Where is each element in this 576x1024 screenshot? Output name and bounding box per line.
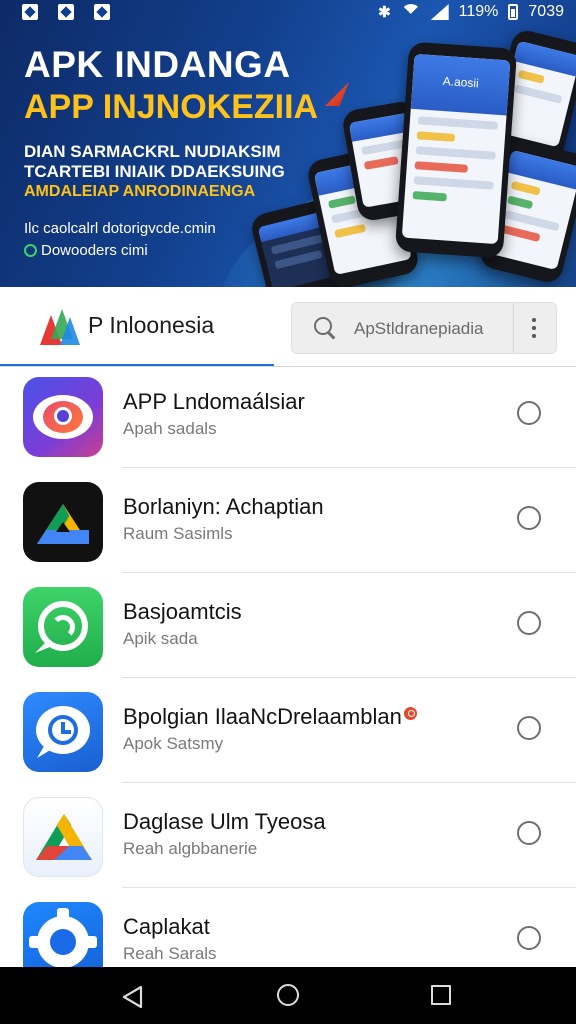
app-subtitle: Apok Satsmy [123, 734, 224, 753]
select-radio[interactable] [517, 821, 541, 845]
select-radio[interactable] [517, 926, 541, 950]
app-subtitle: Apah sadals [123, 419, 217, 438]
app-subtitle: Apik sada [123, 629, 198, 648]
status-bar: ✱ 119% 7039 [0, 0, 576, 26]
signal-icon [430, 4, 449, 20]
recents-icon[interactable] [431, 985, 451, 1005]
notification-icon [58, 4, 74, 20]
bluetooth-icon: ✱ [378, 4, 391, 21]
banner-url: Ilc caolcalrl dotorigvcde.cmin [24, 220, 216, 237]
select-radio[interactable] [517, 506, 541, 530]
promo-banner[interactable]: ✱ 119% 7039 APK INDANGA APP INJNOKEZIIA … [0, 0, 576, 287]
select-radio[interactable] [517, 611, 541, 635]
brand-name[interactable]: P Inloonesia [88, 312, 214, 339]
gear-icon [23, 902, 103, 967]
select-radio[interactable] [517, 716, 541, 740]
wifi-icon [401, 4, 421, 20]
banner-subtitle-highlight: AMDALEIAP ANRODINAENGA [24, 183, 256, 200]
logo-icon [40, 309, 80, 345]
notification-badge-icon [403, 707, 417, 720]
system-nav-bar [0, 967, 576, 1024]
search-icon[interactable] [314, 317, 338, 341]
app-title: APP Lndomaálsiar [123, 389, 305, 414]
app-title: Caplakat [123, 914, 210, 939]
banner-subtitle: DIAN SARMACKRL NUDIAKSIM [24, 142, 281, 161]
phone-mockup-main: A.aosii [394, 41, 518, 259]
app-list: APP Lndomaálsiar Apah sadals Borlaniyn: … [0, 367, 576, 967]
back-icon[interactable] [120, 984, 146, 1010]
app-subtitle: Reah Sarals [123, 944, 217, 963]
search-input[interactable]: ApStldranepiadia [354, 319, 483, 339]
banner-title-highlight: APP INJNOKEZIIA [24, 88, 319, 126]
list-item[interactable]: APP Lndomaálsiar Apah sadals [0, 367, 576, 468]
app-subtitle: Raum Sasimls [123, 524, 233, 543]
list-item[interactable]: Borlaniyn: Achaptian Raum Sasimls [0, 468, 576, 573]
arrow-icon [325, 82, 349, 106]
banner-download-text: Dowooders cimi [41, 242, 148, 259]
search-divider [513, 303, 514, 353]
app-header: P Inloonesia ApStldranepiadia [0, 287, 576, 367]
battery-percent: 119% [458, 3, 499, 20]
chat-blue-icon [23, 692, 103, 772]
list-item[interactable]: Caplakat Reah Sarals [0, 888, 576, 967]
app-title: Borlaniyn: Achaptian [123, 494, 324, 519]
app-title: Daglase Ulm Tyeosa [123, 809, 326, 834]
banner-title: APK INDANGA [24, 44, 291, 85]
app-title: Basjoamtcis [123, 599, 242, 624]
notification-icon [22, 4, 38, 20]
notification-icon [94, 4, 110, 20]
app-title-text: Bpolgian IlaaNcDrelaamblan [123, 704, 402, 729]
list-item[interactable]: Basjoamtcis Apik sada [0, 573, 576, 678]
chat-green-icon [23, 587, 103, 667]
app-title: Bpolgian IlaaNcDrelaamblan [123, 704, 417, 730]
banner-subtitle: TCARTEBI INIAIK DDAEKSUING [24, 162, 285, 181]
drive-light-icon [23, 797, 103, 877]
app-subtitle: Reah algbbanerie [123, 839, 258, 858]
more-vert-icon[interactable] [530, 318, 538, 340]
globe-icon [24, 244, 37, 257]
banner-download: Dowooders cimi [24, 242, 148, 259]
search-bar[interactable]: ApStldranepiadia [291, 302, 557, 354]
clock: 7039 [528, 3, 564, 20]
drive-dark-icon [23, 482, 103, 562]
select-radio[interactable] [517, 401, 541, 425]
phone-badge: A.aosii [442, 73, 480, 91]
home-icon[interactable] [277, 984, 299, 1006]
battery-icon [508, 4, 519, 20]
eye-icon [23, 377, 103, 457]
list-item[interactable]: Bpolgian IlaaNcDrelaamblan Apok Satsmy [0, 678, 576, 783]
list-item[interactable]: Daglase Ulm Tyeosa Reah algbbanerie [0, 783, 576, 888]
